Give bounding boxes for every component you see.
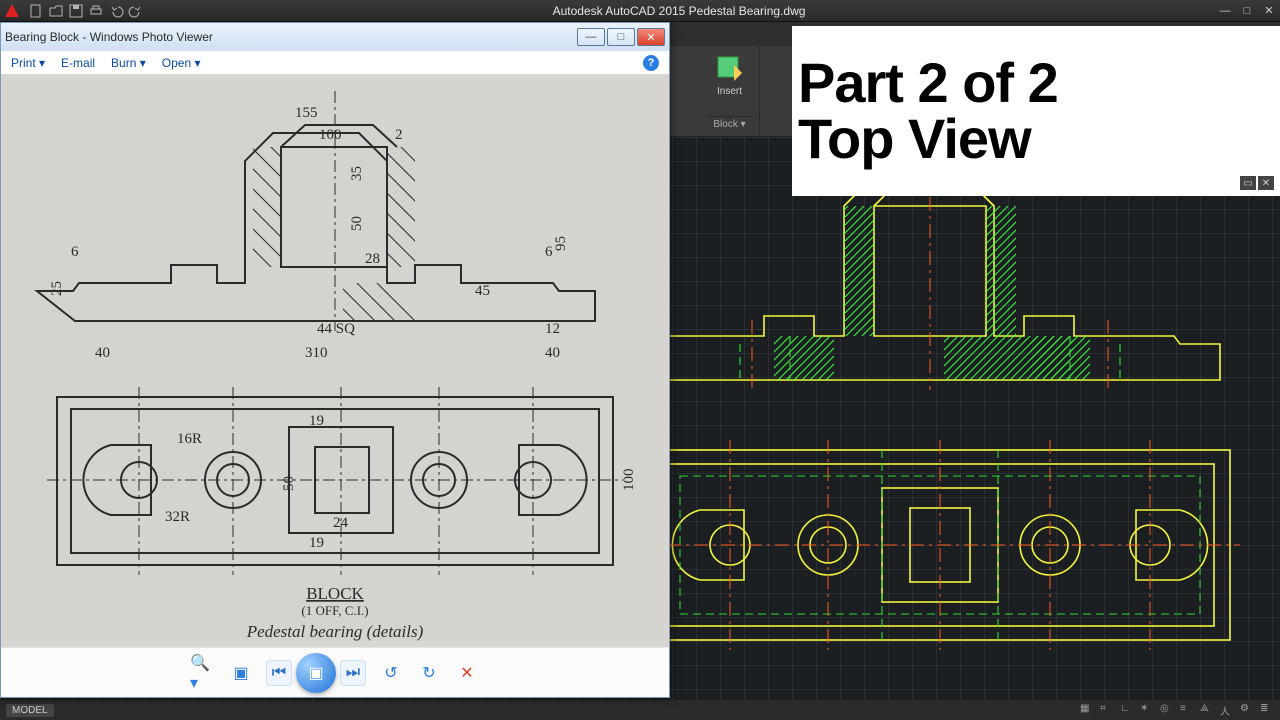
svg-text:50: 50 — [281, 476, 297, 491]
acad-status-bar: MODEL ▦ ⌗ ∟ ✶ ◎ ≡ ⟁ 人 ⚙ ≣ — [0, 700, 1280, 720]
svg-text:2: 2 — [395, 127, 403, 143]
open-icon[interactable] — [48, 3, 64, 19]
svg-text:19: 19 — [309, 535, 324, 551]
delete-icon[interactable]: ✕ — [454, 660, 480, 686]
pv-maximize-icon[interactable]: □ — [607, 28, 635, 46]
isoplane-icon[interactable]: ⟁ — [1200, 703, 1214, 717]
polar-toggle-icon[interactable]: ✶ — [1140, 703, 1154, 717]
doc-pin-icon[interactable]: ▭ — [1240, 176, 1256, 190]
pv-close-icon[interactable]: ✕ — [637, 28, 665, 46]
status-model[interactable]: MODEL — [6, 704, 54, 717]
svg-text:45: 45 — [475, 283, 490, 299]
insert-label: Insert — [717, 86, 742, 97]
osnap-toggle-icon[interactable]: ◎ — [1160, 703, 1174, 717]
cad-drawing — [630, 160, 1270, 680]
pv-minimize-icon[interactable]: — — [577, 28, 605, 46]
snap-toggle-icon[interactable]: ⌗ — [1100, 703, 1114, 717]
autocad-logo-icon[interactable] — [2, 1, 22, 21]
prev-image-icon[interactable]: ⏮ — [266, 660, 292, 686]
acad-window-controls: — □ ✕ — [1214, 2, 1280, 20]
new-icon[interactable] — [28, 3, 44, 19]
svg-text:6: 6 — [71, 244, 79, 260]
rotate-cw-icon[interactable]: ↻ — [416, 660, 442, 686]
overlay-line1: Part 2 of 2 — [798, 55, 1278, 111]
svg-text:(1 OFF, C.I.): (1 OFF, C.I.) — [301, 603, 368, 618]
svg-text:40: 40 — [95, 345, 110, 361]
acad-title-bar: Autodesk AutoCAD 2015 Pedestal Bearing.d… — [0, 0, 1280, 22]
title-overlay: Part 2 of 2 Top View — [792, 26, 1280, 196]
pv-menu-bar: Print ▾ E-mail Burn ▾ Open ▾ ? — [1, 51, 669, 75]
ortho-toggle-icon[interactable]: ∟ — [1120, 703, 1134, 717]
svg-text:25: 25 — [49, 281, 65, 296]
svg-text:6: 6 — [545, 244, 553, 260]
pv-title: Bearing Block - Windows Photo Viewer — [5, 30, 575, 44]
ribbon-panel-block: Insert Block ▾ — [700, 46, 760, 136]
svg-text:BLOCK: BLOCK — [306, 584, 364, 603]
restore-icon[interactable]: □ — [1236, 2, 1258, 20]
svg-text:44 SQ: 44 SQ — [317, 321, 355, 337]
svg-text:28: 28 — [365, 251, 380, 267]
next-image-icon[interactable]: ⏭ — [340, 660, 366, 686]
fit-icon[interactable]: ▣ — [228, 660, 254, 686]
block-panel-name[interactable]: Block ▾ — [706, 116, 753, 132]
customize-icon[interactable]: ≣ — [1260, 703, 1274, 717]
undo-icon[interactable] — [108, 3, 124, 19]
scanned-drawing: 155 100 2 35 50 28 95 6 6 25 45 44 SQ 12… — [5, 81, 665, 641]
redo-icon[interactable] — [128, 3, 144, 19]
workspace-icon[interactable]: ⚙ — [1240, 703, 1254, 717]
doc-close-icon[interactable]: ✕ — [1258, 176, 1274, 190]
pv-menu-print[interactable]: Print ▾ — [11, 56, 45, 70]
pv-menu-open[interactable]: Open ▾ — [162, 56, 201, 70]
minimize-icon[interactable]: — — [1214, 2, 1236, 20]
pv-menu-email[interactable]: E-mail — [61, 56, 95, 70]
svg-text:100: 100 — [621, 469, 637, 492]
close-icon[interactable]: ✕ — [1258, 2, 1280, 20]
svg-text:155: 155 — [295, 105, 318, 121]
svg-text:32R: 32R — [165, 509, 190, 525]
svg-text:310: 310 — [305, 345, 328, 361]
pv-image-canvas[interactable]: 155 100 2 35 50 28 95 6 6 25 45 44 SQ 12… — [1, 75, 669, 647]
pv-title-bar[interactable]: Bearing Block - Windows Photo Viewer — □… — [1, 23, 669, 51]
rotate-ccw-icon[interactable]: ↺ — [378, 660, 404, 686]
photo-viewer-window: Bearing Block - Windows Photo Viewer — □… — [0, 22, 670, 698]
svg-text:16R: 16R — [177, 431, 202, 447]
pv-toolbar: 🔍 ▾ ▣ ⏮ ▣ ⏭ ↺ ↻ ✕ — [1, 647, 669, 697]
grid-toggle-icon[interactable]: ▦ — [1080, 703, 1094, 717]
zoom-out-icon[interactable]: 🔍 ▾ — [190, 660, 216, 686]
svg-text:95: 95 — [553, 236, 569, 251]
svg-text:35: 35 — [349, 166, 365, 181]
svg-text:12: 12 — [545, 321, 560, 337]
quick-access-toolbar — [28, 3, 144, 19]
insert-button[interactable] — [713, 50, 747, 84]
svg-text:Pedestal bearing (details): Pedestal bearing (details) — [246, 622, 424, 641]
pv-menu-burn[interactable]: Burn ▾ — [111, 56, 146, 70]
pv-help-icon[interactable]: ? — [643, 55, 659, 71]
print-icon[interactable] — [88, 3, 104, 19]
save-icon[interactable] — [68, 3, 84, 19]
svg-text:40: 40 — [545, 345, 560, 361]
acad-title: Autodesk AutoCAD 2015 Pedestal Bearing.d… — [144, 4, 1214, 18]
overlay-line2: Top View — [798, 111, 1278, 167]
annotation-icon[interactable]: 人 — [1220, 703, 1234, 717]
slideshow-icon[interactable]: ▣ — [296, 653, 336, 693]
svg-text:50: 50 — [349, 216, 365, 231]
svg-text:19: 19 — [309, 413, 324, 429]
svg-text:100: 100 — [319, 127, 342, 143]
lineweight-toggle-icon[interactable]: ≡ — [1180, 703, 1194, 717]
svg-text:24: 24 — [333, 515, 349, 531]
